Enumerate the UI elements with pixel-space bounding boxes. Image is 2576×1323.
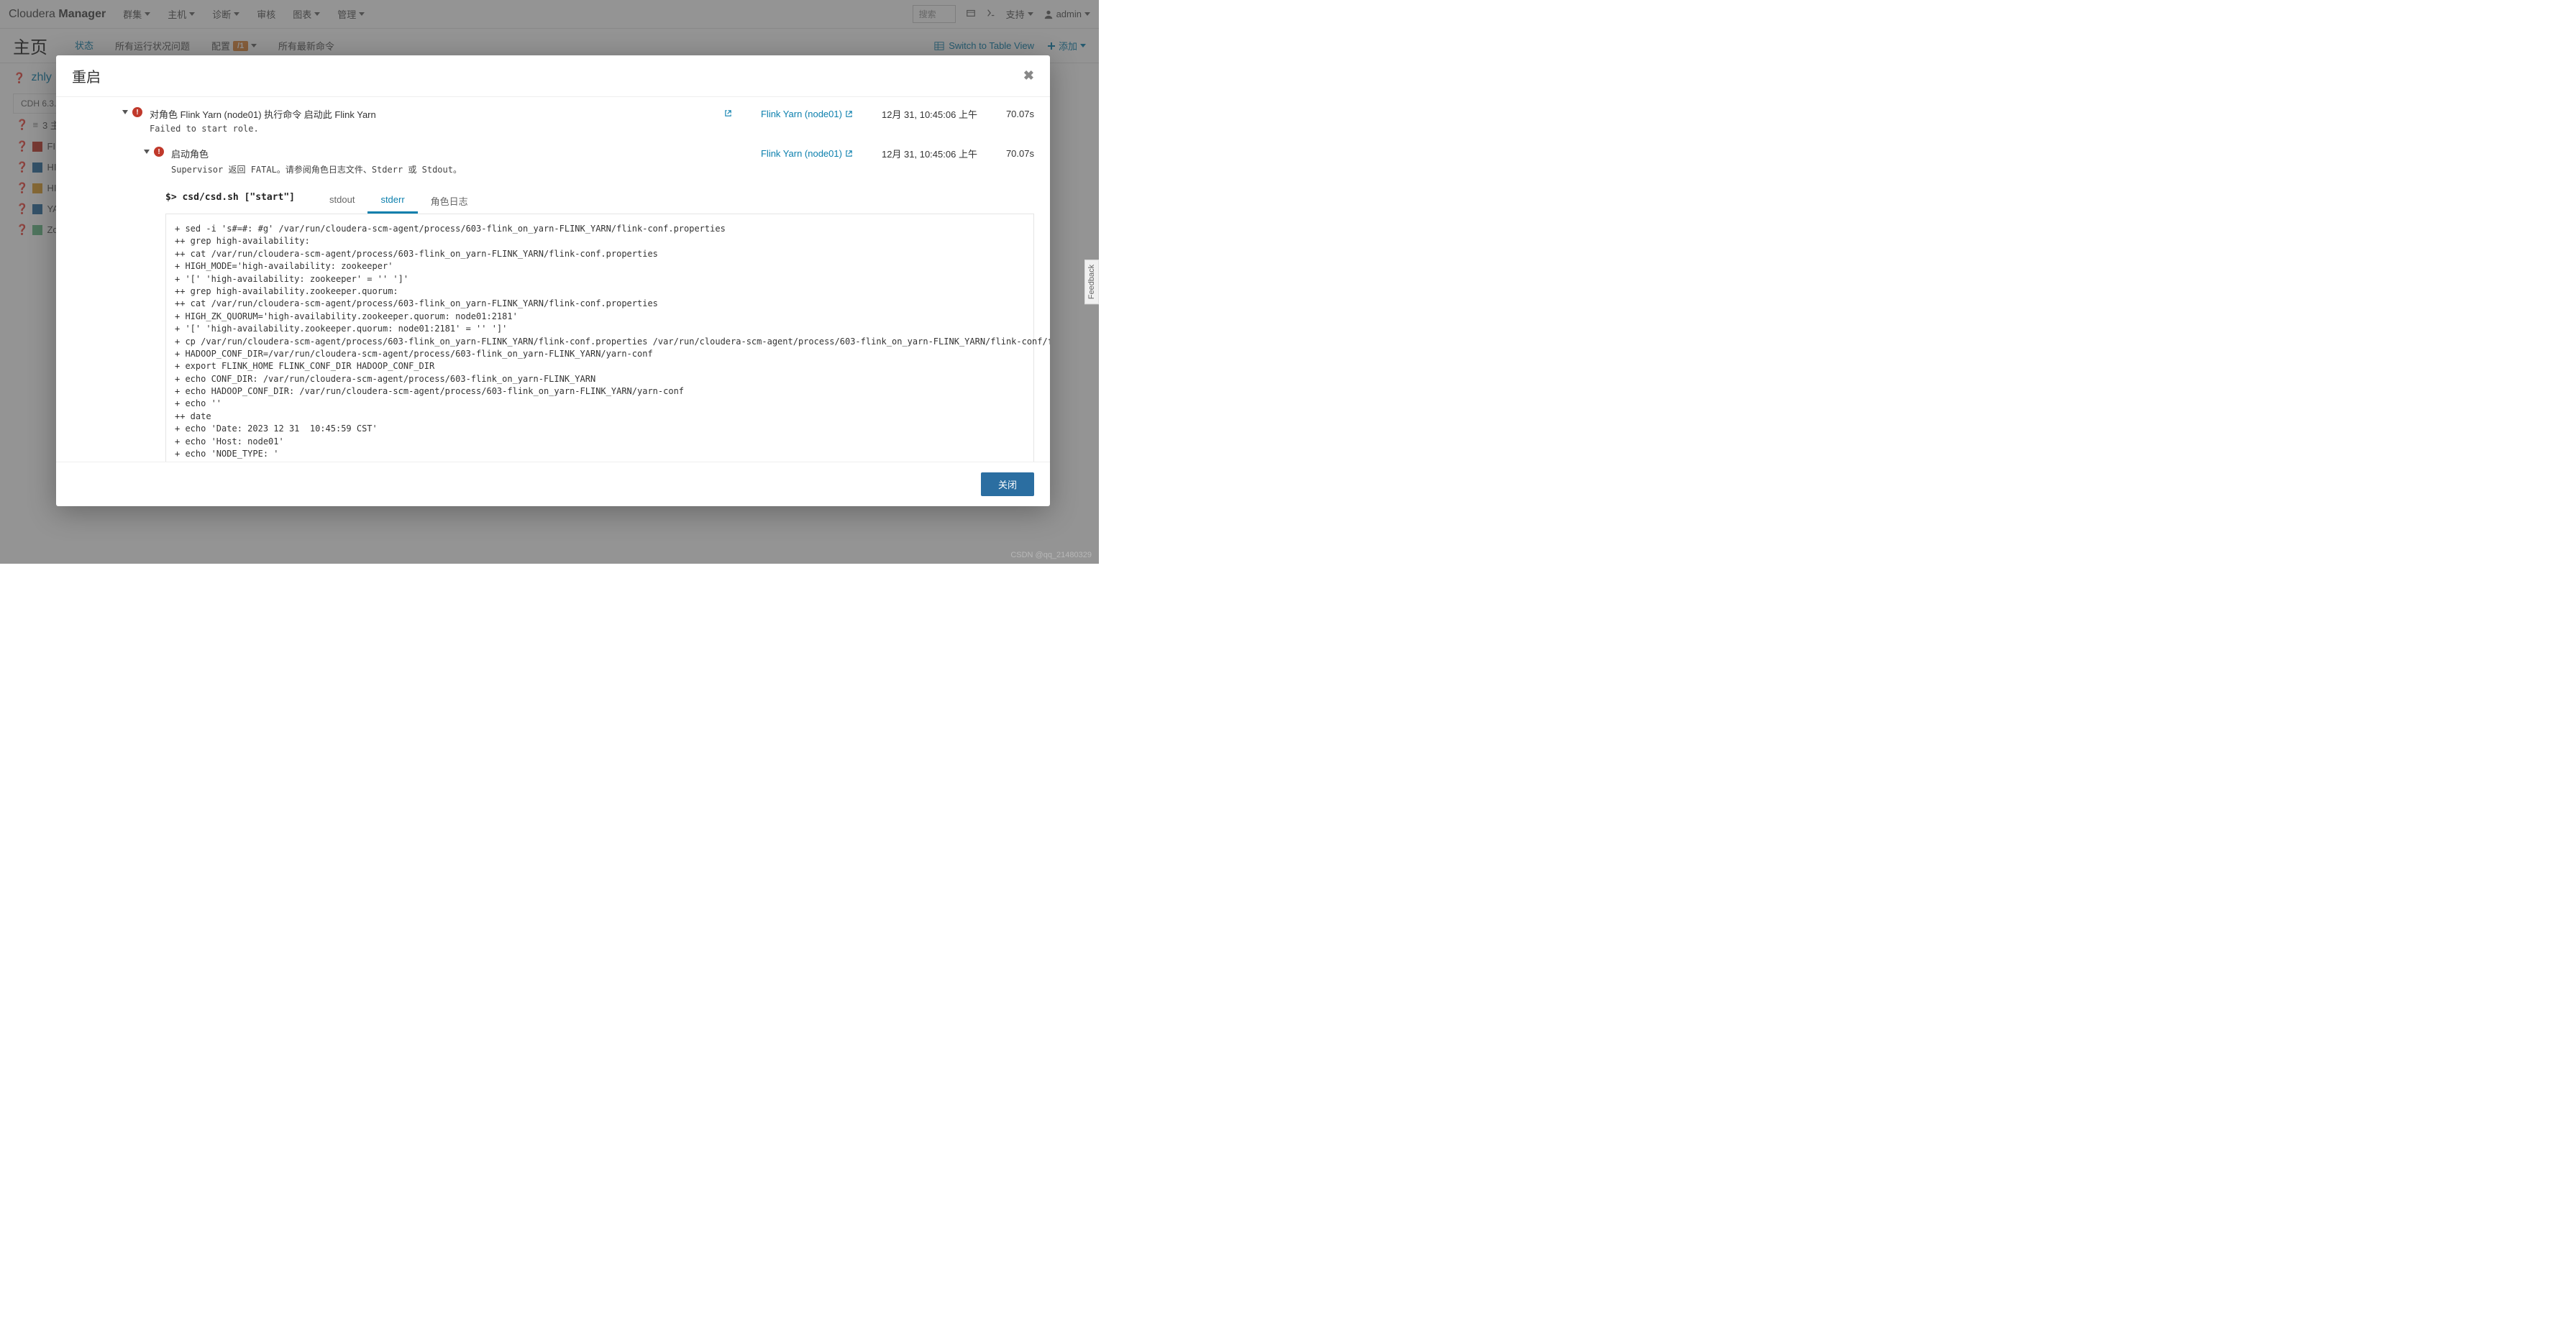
external-link-icon[interactable] [724,109,732,119]
log-text: + sed -i 's#=#: #g' /var/run/cloudera-sc… [175,223,1025,462]
role-link[interactable]: Flink Yarn (node01) [761,109,853,119]
step-subtext: Failed to start role. [150,124,376,134]
external-link-icon [845,110,853,118]
step-title: 启动角色 [171,147,462,160]
step-subtext: Supervisor 返回 FATAL。请参阅角色日志文件、Stderr 或 S… [171,163,462,175]
log-tabs: stdout stderr 角色日志 [316,188,481,214]
step-title: 对角色 Flink Yarn (node01) 执行命令 启动此 Flink Y… [150,107,376,121]
close-icon[interactable]: ✖ [1023,68,1034,83]
error-status-icon: ! [132,107,142,117]
command-step-row: ! 启动角色 Supervisor 返回 FATAL。请参阅角色日志文件、Std… [72,144,1034,178]
command-step-row: ! 对角色 Flink Yarn (node01) 执行命令 启动此 Flink… [72,104,1034,137]
modal-title: 重启 [72,65,101,86]
role-link[interactable]: Flink Yarn (node01) [761,148,853,159]
chevron-down-icon[interactable] [144,150,150,154]
restart-modal: 重启 ✖ ! 对角色 Flink Yarn (node01) 执行命令 启动此 … [56,55,1050,506]
step-timestamp: 12月 31, 10:45:06 上午 [882,147,977,160]
modal-header: 重启 ✖ [56,55,1050,97]
watermark: CSDN @qq_21480329 [1010,551,1092,559]
tab-stderr[interactable]: stderr [367,188,417,214]
step-duration: 70.07s [1006,109,1034,119]
tab-stdout[interactable]: stdout [316,188,367,214]
close-button[interactable]: 关闭 [981,472,1034,496]
tab-rolelog[interactable]: 角色日志 [418,188,481,214]
modal-footer: 关闭 [56,462,1050,506]
step-timestamp: 12月 31, 10:45:06 上午 [882,107,977,121]
command-line: $> csd/csd.sh ["start"] [165,192,295,203]
chevron-down-icon[interactable] [122,110,128,114]
modal-body: ! 对角色 Flink Yarn (node01) 执行命令 启动此 Flink… [56,97,1050,462]
error-status-icon: ! [154,147,164,157]
external-link-icon [845,150,853,157]
feedback-tab[interactable]: Feedback [1084,260,1099,304]
step-duration: 70.07s [1006,148,1034,159]
log-output: + sed -i 's#=#: #g' /var/run/cloudera-sc… [165,214,1034,462]
